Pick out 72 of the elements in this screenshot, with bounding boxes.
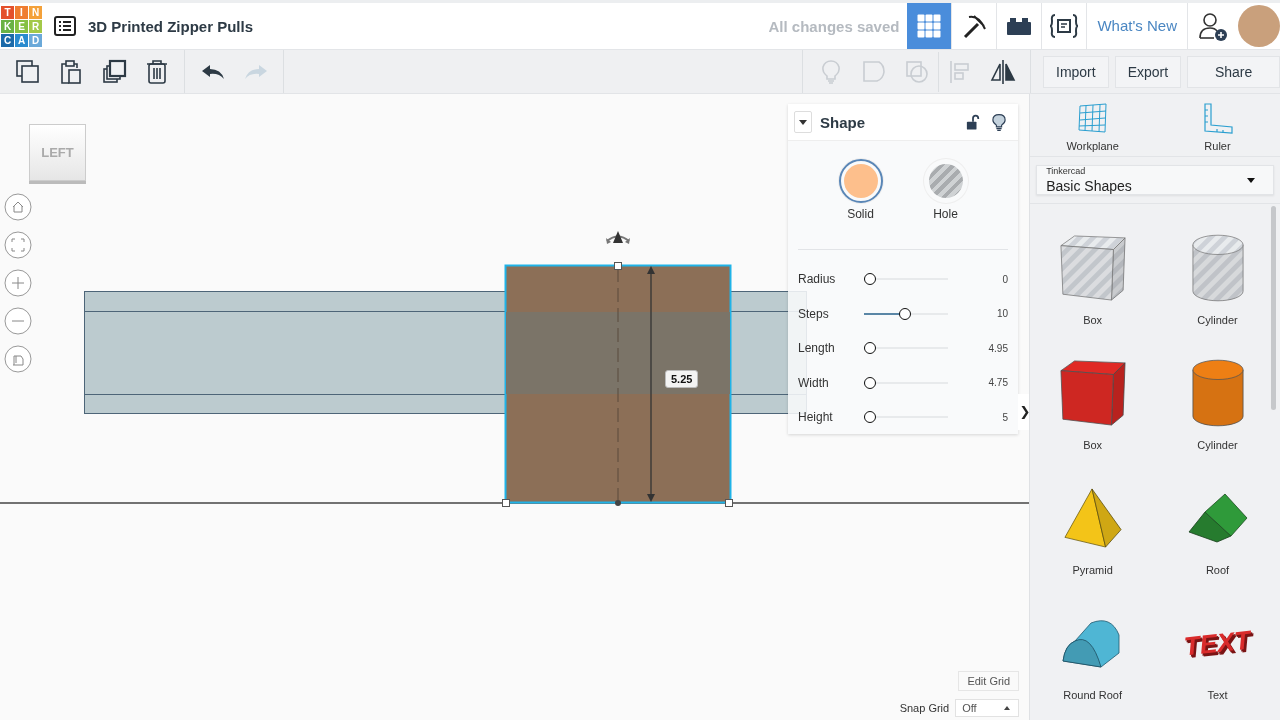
parameter-slider[interactable] — [864, 273, 948, 286]
parameter-slider[interactable] — [864, 342, 948, 355]
category-name: Basic Shapes — [1046, 178, 1133, 194]
solid-color-swatch[interactable] — [838, 159, 883, 203]
duplicate-icon[interactable] — [100, 58, 127, 85]
code-blocks-icon — [1049, 13, 1080, 39]
shape-label: Pyramid — [1072, 564, 1113, 576]
cube-icon[interactable] — [1058, 359, 1127, 427]
resize-handle[interactable] — [725, 499, 733, 507]
category-group-label: Tinkercad — [1046, 166, 1087, 176]
brick-icon — [1006, 16, 1033, 36]
collapse-dropdown-button[interactable] — [794, 111, 812, 133]
tool-label: Ruler — [1204, 140, 1231, 152]
parameter-value[interactable]: 10 — [948, 308, 1008, 320]
list-icon[interactable] — [54, 16, 76, 36]
mirror-icon[interactable] — [989, 58, 1016, 85]
pickaxe-icon — [961, 13, 988, 39]
parameter-value[interactable]: 4.95 — [948, 342, 1008, 354]
resize-handle[interactable] — [614, 262, 622, 270]
parameter-value[interactable]: 5 — [948, 411, 1008, 423]
parameter-slider[interactable] — [864, 376, 948, 389]
3d-text-thumbnail[interactable]: TEXT — [1182, 624, 1253, 662]
shape-label: Cylinder — [1197, 439, 1238, 451]
grid-icon — [917, 14, 942, 38]
import-button[interactable]: Import — [1043, 55, 1109, 88]
parameter-label: Radius — [798, 272, 837, 287]
workplane-icon[interactable] — [1076, 102, 1109, 134]
home-view-icon[interactable] — [4, 193, 32, 221]
parameter-label: Height — [798, 410, 834, 425]
parameter-value[interactable]: 4.75 — [948, 377, 1008, 389]
export-button[interactable]: Export — [1114, 55, 1182, 88]
shape-label: Box — [1083, 439, 1103, 451]
copy-icon[interactable] — [14, 58, 41, 85]
lightbulb-icon[interactable] — [992, 112, 1006, 132]
roof-icon[interactable] — [1186, 492, 1249, 544]
cylinder-icon[interactable] — [1190, 358, 1245, 428]
tool-label: Workplane — [1066, 140, 1119, 152]
inspector-title: Shape — [820, 113, 865, 131]
snap-grid-label: Snap Grid — [899, 702, 950, 714]
parameter-slider[interactable] — [864, 307, 948, 320]
snap-grid-dropdown[interactable]: Off — [955, 699, 1020, 717]
parameter-slider[interactable] — [864, 411, 948, 424]
striped-cube-icon[interactable] — [1058, 234, 1127, 302]
shape-label: Round Roof — [1063, 689, 1122, 701]
resize-handle[interactable] — [615, 500, 621, 506]
shape-label: Text — [1207, 689, 1228, 701]
share-button[interactable]: Share — [1187, 55, 1280, 88]
whats-new-link[interactable]: What's New — [1087, 3, 1188, 49]
pyramid-icon[interactable] — [1062, 487, 1123, 549]
shape-type-label: Hole — [933, 207, 958, 221]
save-status: All changes saved — [768, 17, 900, 35]
parameter-value[interactable]: 0 — [948, 273, 1008, 285]
shape-label: Box — [1083, 314, 1103, 326]
resize-handle[interactable] — [502, 499, 510, 507]
rotate-handle-icon[interactable] — [606, 231, 630, 244]
project-title[interactable]: 3D Printed Zipper Pulls — [88, 17, 254, 35]
caret-icon — [1004, 706, 1011, 710]
scrollbar[interactable] — [1271, 206, 1276, 410]
edit-grid-button[interactable]: Edit Grid — [958, 671, 1020, 691]
unlock-icon[interactable] — [966, 113, 980, 131]
shape-type-label: Solid — [847, 207, 874, 221]
shape-label: Roof — [1205, 564, 1230, 576]
parameter-label: Width — [798, 375, 830, 390]
undo-icon[interactable] — [200, 62, 225, 81]
parameter-label: Steps — [798, 306, 830, 321]
caret-icon — [1247, 177, 1255, 183]
tinkercad-logo[interactable]: T I N K E R C A D — [1, 5, 42, 47]
dimension-label[interactable]: 5.25 — [665, 370, 699, 388]
shape-category-dropdown[interactable]: Tinkercad Basic Shapes — [1036, 165, 1274, 195]
parameter-label: Length — [798, 341, 836, 356]
add-user-icon[interactable] — [1198, 11, 1228, 41]
shape-label: Cylinder — [1197, 314, 1238, 326]
